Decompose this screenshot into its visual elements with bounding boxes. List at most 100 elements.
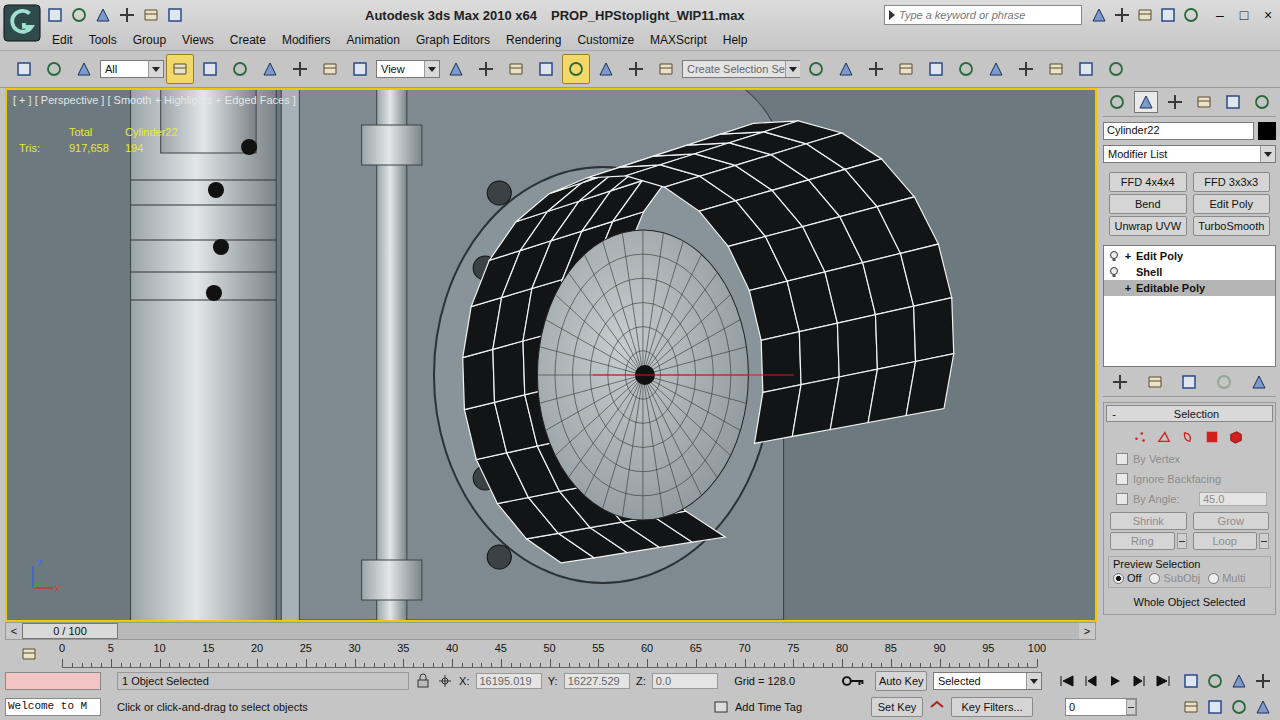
selection-set-field[interactable]: Create Selection Se	[682, 60, 800, 78]
coord-field[interactable]: 16227.529	[564, 673, 630, 689]
key-icon[interactable]	[842, 675, 865, 687]
absolute-mode-icon[interactable]	[437, 673, 453, 689]
light-bulb-icon[interactable]	[1108, 266, 1120, 278]
modifier-button[interactable]: FFD 3x3x3	[1193, 172, 1271, 192]
selection-button[interactable]: Shrink	[1110, 512, 1187, 530]
toolbar-button[interactable]	[70, 54, 98, 84]
previous-frame-button[interactable]: <	[6, 623, 22, 639]
toolbar-dropdown[interactable]: All	[100, 60, 164, 78]
playback-button[interactable]	[1104, 671, 1126, 691]
set-key-button[interactable]: Set Key	[871, 697, 923, 717]
command-panel-tab[interactable]	[1105, 91, 1129, 113]
toolbar-button[interactable]	[592, 54, 620, 84]
navigation-button[interactable]	[1228, 697, 1250, 717]
toolbar-button[interactable]	[952, 54, 980, 84]
stack-tool-button[interactable]	[1213, 372, 1235, 392]
stack-item[interactable]: + Editable Poly	[1104, 280, 1275, 296]
toolbar-button[interactable]	[982, 54, 1010, 84]
menu-item[interactable]: Help	[715, 33, 756, 47]
toolbar-button[interactable]	[922, 54, 950, 84]
quick-access-button[interactable]	[68, 4, 90, 26]
stack-item[interactable]: Shell	[1104, 264, 1275, 280]
subobject-button[interactable]	[1202, 428, 1222, 446]
next-frame-button[interactable]: >	[1079, 623, 1095, 639]
playback-button[interactable]	[1128, 671, 1150, 691]
subobject-button[interactable]	[1154, 428, 1174, 446]
checkbox-box[interactable]	[1116, 493, 1128, 505]
info-center-button[interactable]	[1088, 4, 1110, 26]
window-control-button[interactable]: –	[1208, 4, 1232, 26]
coord-field[interactable]: 16195.019	[476, 673, 542, 689]
navigation-button[interactable]	[1252, 671, 1274, 691]
key-filter-icon[interactable]	[929, 699, 945, 715]
modifier-button[interactable]: Edit Poly	[1193, 194, 1271, 214]
radio-dot[interactable]	[1149, 573, 1160, 584]
checkbox-box[interactable]	[1116, 453, 1128, 465]
menu-item[interactable]: Rendering	[498, 33, 569, 47]
toolbar-button[interactable]	[166, 54, 194, 84]
toolbar-button[interactable]	[622, 54, 650, 84]
menu-item[interactable]: Customize	[569, 33, 642, 47]
light-bulb-icon[interactable]	[1108, 250, 1120, 262]
playback-button[interactable]	[1056, 671, 1078, 691]
radio-dot[interactable]	[1113, 573, 1124, 584]
command-panel-tab[interactable]	[1134, 91, 1158, 113]
menu-item[interactable]: Modifiers	[274, 33, 339, 47]
toolbar-button[interactable]	[502, 54, 530, 84]
stack-tool-button[interactable]	[1248, 372, 1270, 392]
command-panel-tab[interactable]	[1163, 91, 1187, 113]
subobject-button[interactable]	[1226, 428, 1246, 446]
add-time-tag[interactable]: Add Time Tag	[735, 701, 865, 713]
selection-button[interactable]: Loop	[1193, 532, 1258, 550]
toolbar-button[interactable]	[802, 54, 830, 84]
menu-item[interactable]: Animation	[339, 33, 408, 47]
toolbar-button[interactable]	[892, 54, 920, 84]
angle-spinner[interactable]: 45.0	[1199, 492, 1267, 506]
navigation-button[interactable]	[1180, 671, 1202, 691]
toolbar-button[interactable]	[562, 54, 590, 84]
toolbar-button[interactable]	[832, 54, 860, 84]
current-frame-field[interactable]: 0	[1065, 698, 1137, 716]
expand-toggle[interactable]: +	[1123, 282, 1133, 294]
quick-access-button[interactable]	[116, 4, 138, 26]
toolbar-dropdown[interactable]: View	[376, 60, 440, 78]
command-panel-tab[interactable]	[1192, 91, 1216, 113]
toolbar-button[interactable]	[316, 54, 344, 84]
spinner-arrows-icon[interactable]	[1259, 533, 1269, 549]
search-field[interactable]: Type a keyword or phrase	[884, 5, 1082, 25]
preview-radio[interactable]: Multi	[1208, 572, 1245, 584]
toolbar-button[interactable]	[1072, 54, 1100, 84]
stack-item[interactable]: + Edit Poly	[1104, 248, 1275, 264]
modifier-button[interactable]: Unwrap UVW	[1109, 216, 1187, 236]
toolbar-button[interactable]	[226, 54, 254, 84]
toolbar-button[interactable]	[286, 54, 314, 84]
selection-checkbox[interactable]: By Vertex	[1104, 450, 1275, 468]
maxscript-listener[interactable]: Welcome to M	[5, 698, 101, 716]
radio-dot[interactable]	[1208, 573, 1219, 584]
subobject-button[interactable]	[1178, 428, 1198, 446]
quick-access-button[interactable]	[140, 4, 162, 26]
command-panel-tab[interactable]	[1250, 91, 1274, 113]
window-control-button[interactable]: ×	[1256, 4, 1280, 26]
viewport-label[interactable]: [ + ] [ Perspective ] [ Smooth + Highlig…	[13, 94, 296, 106]
info-center-button[interactable]	[1111, 4, 1133, 26]
toolbar-button[interactable]	[532, 54, 560, 84]
checkbox-box[interactable]	[1116, 473, 1128, 485]
toolbar-button[interactable]	[10, 54, 38, 84]
modifier-button[interactable]: FFD 4x4x4	[1109, 172, 1187, 192]
toolbar-button[interactable]	[862, 54, 890, 84]
key-filters-button[interactable]: Key Filters...	[951, 697, 1033, 717]
expand-toggle[interactable]: +	[1123, 250, 1133, 262]
toolbar-button[interactable]	[1102, 54, 1130, 84]
rollout-header[interactable]: -Selection	[1106, 405, 1273, 422]
selection-checkbox[interactable]: By Angle: 45.0	[1104, 490, 1275, 508]
navigation-button[interactable]	[1204, 671, 1226, 691]
stack-tool-button[interactable]	[1178, 372, 1200, 392]
selection-button[interactable]: Ring	[1110, 532, 1175, 550]
selection-button[interactable]: Grow	[1193, 512, 1270, 530]
toolbar-button[interactable]	[40, 54, 68, 84]
maxscript-listener-output[interactable]	[5, 672, 101, 690]
navigation-button[interactable]	[1204, 697, 1226, 717]
command-panel-tab[interactable]	[1221, 91, 1245, 113]
quick-access-button[interactable]	[92, 4, 114, 26]
